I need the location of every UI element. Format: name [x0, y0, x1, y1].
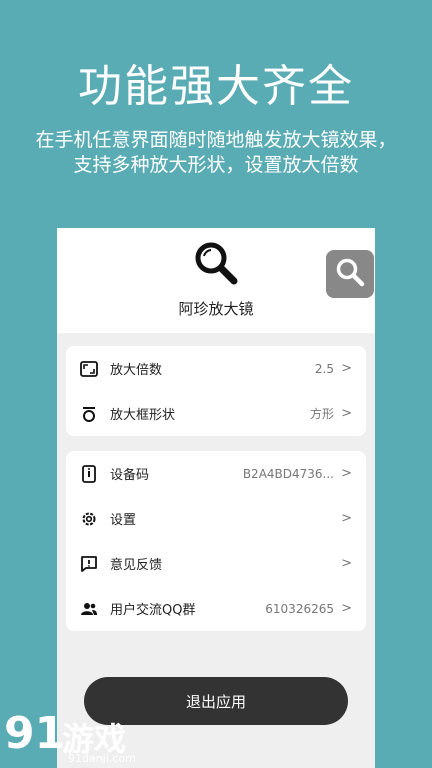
- subline: 在手机任意界面随时随地触发放大镜效果，支持多种放大形状，设置放大倍数: [35, 129, 397, 176]
- magnifier-icon: [335, 257, 365, 291]
- device-code-label: 设备码: [110, 468, 150, 483]
- phone-info-icon: [80, 464, 98, 483]
- chevron-right-icon: >: [341, 466, 352, 481]
- qq-group-value: 610326265: [265, 601, 334, 616]
- watermark-logo: 91 游戏 91danji.com: [4, 708, 154, 768]
- headline: 功能强大齐全: [78, 61, 354, 112]
- qq-group-label: 用户交流QQ群: [110, 603, 196, 618]
- device-code-row[interactable]: 设备码 B2A4BD4736... >: [66, 451, 366, 496]
- feedback-icon: [80, 555, 98, 573]
- chevron-right-icon: >: [341, 361, 352, 376]
- phone-screen: 阿珍放大镜 放大倍数 2.5 > 放大框形状 方形 > 设备码 B2A4BD47…: [57, 228, 375, 768]
- zoom-level-label: 放大倍数: [110, 363, 163, 378]
- gear-icon: [80, 510, 98, 528]
- settings-card-zoom: 放大倍数 2.5 > 放大框形状 方形 >: [66, 346, 366, 436]
- zoom-level-value: 2.5: [314, 361, 334, 376]
- watermark-digits: 91: [4, 708, 66, 759]
- chevron-right-icon: >: [341, 556, 352, 571]
- zoom-level-row[interactable]: 放大倍数 2.5 >: [66, 346, 366, 391]
- feedback-row[interactable]: 意见反馈 >: [66, 541, 366, 586]
- qq-group-row[interactable]: 用户交流QQ群 610326265 >: [66, 586, 366, 631]
- chevron-right-icon: >: [341, 406, 352, 421]
- app-name: 阿珍放大镜: [178, 300, 254, 318]
- settings-label: 设置: [110, 513, 137, 528]
- frame-shape-label: 放大框形状: [110, 408, 176, 423]
- frame-shape-value: 方形: [309, 407, 334, 421]
- chevron-right-icon: >: [341, 601, 352, 616]
- chevron-right-icon: >: [341, 511, 352, 526]
- settings-row[interactable]: 设置 >: [66, 496, 366, 541]
- device-code-value: B2A4BD4736...: [242, 466, 334, 481]
- floating-magnifier-button[interactable]: [326, 250, 374, 298]
- watermark-url: 91danji.com: [68, 752, 136, 765]
- group-icon: [80, 600, 98, 618]
- shape-icon: [80, 405, 98, 423]
- zoom-frame-icon: [80, 360, 98, 378]
- frame-shape-row[interactable]: 放大框形状 方形 >: [66, 391, 366, 436]
- feedback-label: 意见反馈: [110, 558, 163, 573]
- magnifier-icon: [193, 240, 239, 286]
- settings-card-info: 设备码 B2A4BD4736... > 设置 > 意见反馈 > 用户交流QQ群 …: [66, 451, 366, 631]
